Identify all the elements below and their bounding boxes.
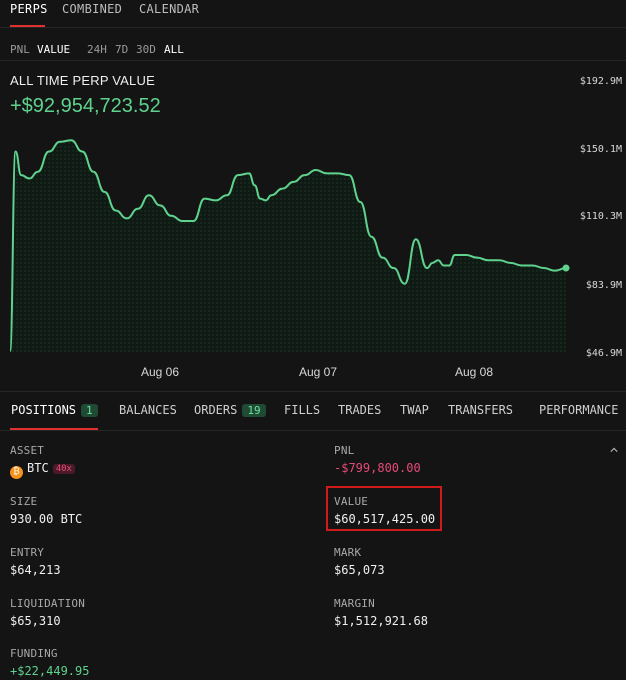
toggle-pnl[interactable]: PNL (10, 43, 30, 56)
range-30d[interactable]: 30D (136, 43, 156, 56)
tab-fills[interactable]: FILLS (284, 403, 320, 417)
pnl-field: PNL -$799,800.00 (334, 444, 421, 475)
y-tick-label: $46.9M (586, 348, 622, 359)
tab-orders-label: ORDERS (194, 403, 238, 417)
tab-combined[interactable]: COMBINED (62, 2, 122, 16)
active-bottom-tab-indicator (10, 428, 98, 430)
funding-field: FUNDING +$22,449.95 (10, 647, 89, 678)
tab-calendar[interactable]: CALENDAR (139, 2, 199, 16)
mark-field: MARK $65,073 (334, 546, 385, 577)
tab-trades[interactable]: TRADES (338, 403, 381, 417)
range-24h[interactable]: 24H (87, 43, 107, 56)
tab-perps[interactable]: PERPS (10, 2, 48, 16)
tab-performance[interactable]: PERFORMANCE (539, 403, 618, 417)
entry-field: ENTRY $64,213 (10, 546, 61, 577)
value-highlight-box (326, 486, 442, 531)
tab-positions[interactable]: POSITIONS 1 (11, 403, 98, 417)
entry-value: $64,213 (10, 563, 61, 577)
y-tick-label: $150.1M (580, 144, 622, 155)
top-tabs: PERPS COMBINED CALENDAR (0, 0, 626, 28)
tab-positions-label: POSITIONS (11, 403, 77, 417)
bitcoin-icon: ₿ (10, 466, 23, 479)
funding-value: +$22,449.95 (10, 664, 90, 678)
asset-symbol: BTC (27, 461, 49, 475)
y-tick-label: $192.9M (580, 76, 622, 87)
mark-value: $65,073 (334, 563, 385, 577)
leverage-badge: 40x (52, 464, 75, 474)
toggle-value[interactable]: VALUE (37, 43, 70, 56)
pnl-value: -$799,800.00 (334, 461, 421, 475)
x-tick-label: Aug 07 (299, 365, 337, 379)
active-tab-indicator (10, 25, 45, 27)
asset-field: ASSET ₿ BTC 40x (10, 444, 75, 479)
x-tick-label: Aug 08 (455, 365, 493, 379)
mark-label: MARK (334, 546, 362, 559)
tab-twap[interactable]: TWAP (400, 403, 429, 417)
margin-value: $1,512,921.68 (334, 614, 428, 628)
positions-count-badge: 1 (81, 404, 98, 417)
size-field: SIZE 930.00 BTC (10, 495, 82, 526)
y-tick-label: $83.9M (586, 280, 622, 291)
liquidation-value: $65,310 (10, 614, 61, 628)
pnl-label: PNL (334, 444, 355, 457)
margin-field: MARGIN $1,512,921.68 (334, 597, 428, 628)
liquidation-field: LIQUIDATION $65,310 (10, 597, 85, 628)
tab-balances[interactable]: BALANCES (119, 403, 177, 417)
chevron-up-icon[interactable] (610, 446, 618, 454)
asset-label: ASSET (10, 444, 45, 457)
entry-label: ENTRY (10, 546, 45, 559)
range-7d[interactable]: 7D (115, 43, 128, 56)
size-value: 930.00 BTC (10, 512, 83, 526)
perp-value-chart[interactable]: $192.9M $150.1M $110.3M $83.9M $46.9M Aug 06… (0, 62, 626, 382)
chart-current-point (562, 264, 570, 272)
asset-value[interactable]: ₿ BTC 40x (10, 461, 75, 479)
tab-transfers[interactable]: TRANSFERS (448, 403, 513, 417)
x-tick-label: Aug 06 (141, 365, 179, 379)
orders-count-badge: 19 (242, 404, 266, 417)
tab-orders[interactable]: ORDERS 19 (194, 403, 266, 417)
funding-label: FUNDING (10, 647, 58, 660)
margin-label: MARGIN (334, 597, 375, 610)
size-label: SIZE (10, 495, 38, 508)
bottom-tabs: POSITIONS 1 BALANCES ORDERS 19 FILLS TRADE… (0, 393, 626, 431)
y-tick-label: $110.3M (580, 211, 622, 222)
range-all[interactable]: ALL (164, 43, 184, 56)
liquidation-label: LIQUIDATION (10, 597, 86, 610)
